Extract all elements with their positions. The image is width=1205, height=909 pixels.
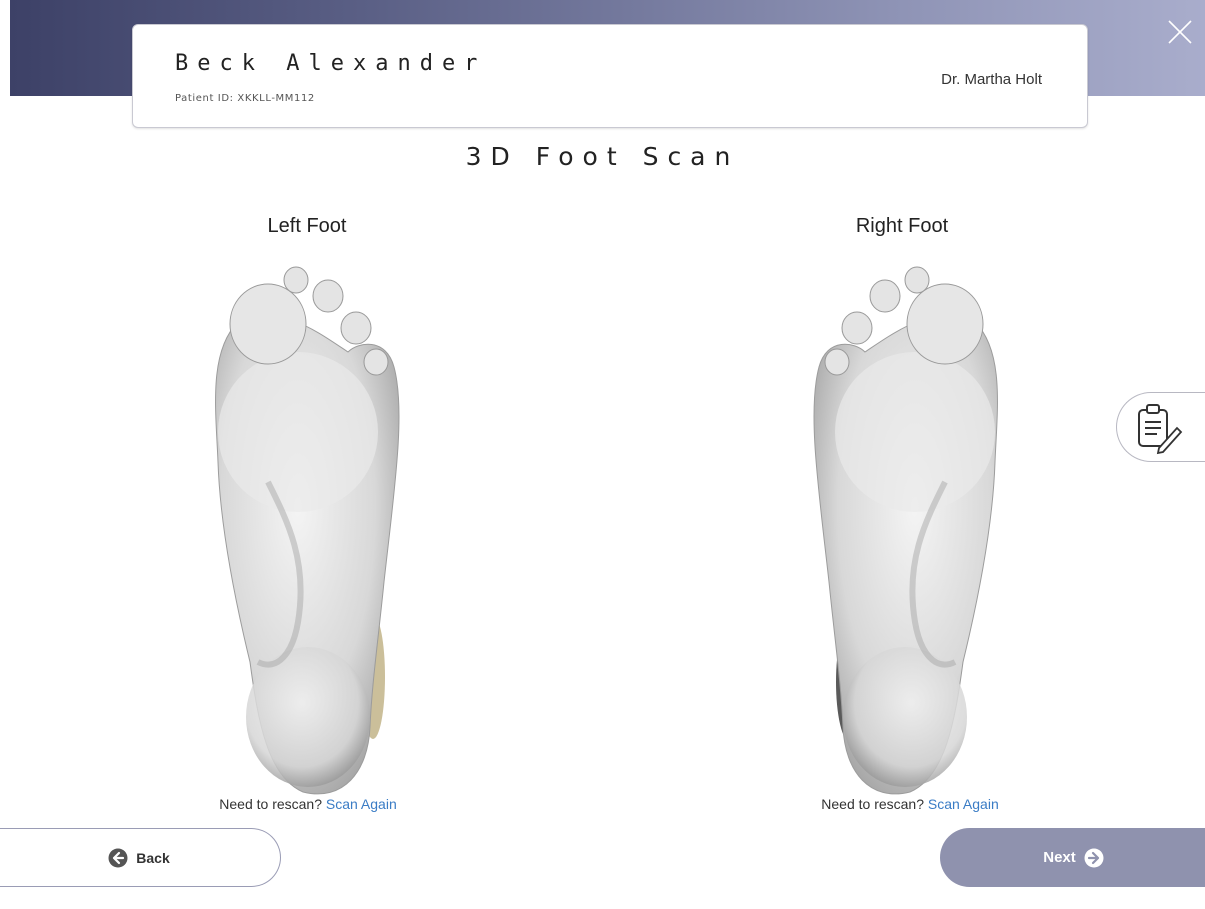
close-button[interactable] <box>1157 4 1203 60</box>
arrow-left-circle-icon <box>108 848 128 867</box>
patient-card: Beck Alexander Patient ID: XKKLL-MM112 D… <box>132 24 1088 128</box>
patient-name: Beck Alexander <box>175 51 487 76</box>
notes-tab-button[interactable] <box>1116 392 1205 462</box>
back-button[interactable]: Back <box>0 828 281 887</box>
left-foot-scan-image[interactable] <box>198 262 418 800</box>
doctor-name: Dr. Martha Holt <box>941 71 1042 88</box>
patient-id: Patient ID: XKKLL-MM112 <box>175 93 315 104</box>
right-rescan-prompt: Need to rescan? <box>821 796 924 812</box>
clipboard-edit-icon <box>1138 404 1183 455</box>
left-foot-label: Left Foot <box>267 215 347 237</box>
next-button[interactable]: Next <box>940 828 1205 887</box>
next-button-label: Next <box>1043 849 1076 866</box>
close-icon <box>1168 20 1192 44</box>
arrow-right-circle-icon <box>1084 848 1104 867</box>
back-button-label: Back <box>136 849 170 866</box>
right-foot-label: Right Foot <box>855 215 949 237</box>
right-scan-again-link[interactable]: Scan Again <box>928 796 999 812</box>
right-foot-scan-image[interactable] <box>795 262 1015 800</box>
page-title: 3D Foot Scan <box>465 142 740 171</box>
left-rescan-row: Need to rescan? Scan Again <box>158 796 458 812</box>
left-rescan-prompt: Need to rescan? <box>219 796 322 812</box>
left-scan-again-link[interactable]: Scan Again <box>326 796 397 812</box>
left-frame-edge <box>0 0 10 909</box>
right-rescan-row: Need to rescan? Scan Again <box>760 796 1060 812</box>
